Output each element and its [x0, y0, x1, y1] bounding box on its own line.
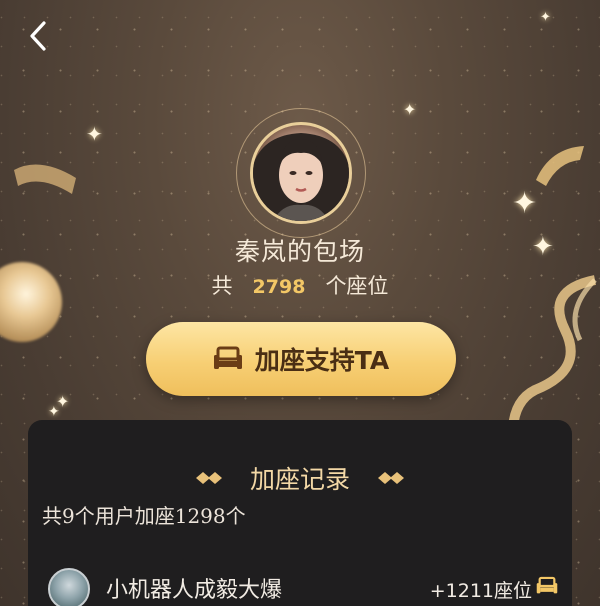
- records-header: 加座记录: [28, 460, 572, 496]
- record-seat-count: +1211座位: [429, 580, 532, 602]
- diamond-ornament-icon: [195, 472, 222, 484]
- seat-count-prefix: 共: [211, 274, 233, 298]
- add-seat-label: 加座支持TA: [254, 346, 390, 375]
- chevron-left-icon: [30, 21, 46, 51]
- page-title: 秦岚的包场: [234, 237, 365, 266]
- gold-ribbon: [14, 164, 76, 194]
- seat-count-number: 2798: [252, 276, 306, 298]
- sparkle-icon: ✦: [512, 186, 538, 221]
- back-button[interactable]: [20, 18, 56, 54]
- avatar[interactable]: [250, 122, 352, 224]
- avatar-portrait: [253, 133, 349, 221]
- sparkle-icon: ✦: [403, 100, 417, 119]
- avatar: [48, 568, 90, 606]
- list-item[interactable]: 小机器人成毅大爆 +1211座位: [48, 568, 558, 606]
- sofa-icon: [213, 346, 242, 369]
- add-seat-button[interactable]: 加座支持TA: [146, 322, 456, 396]
- sofa-icon: [536, 576, 558, 594]
- seat-count: 共 2798 个座位: [0, 270, 600, 300]
- records-title: 加座记录: [249, 465, 350, 494]
- avatar-ring: [236, 108, 366, 238]
- records-summary: 共9个用户加座1298个: [42, 504, 246, 528]
- gold-ribbon: [536, 146, 584, 186]
- record-user-name: 小机器人成毅大爆: [106, 578, 283, 603]
- sparkle-icon: ✦: [540, 10, 551, 25]
- diamond-ornament-icon: [378, 472, 404, 484]
- records-panel: 加座记录 共9个用户加座1298个 小机器人成毅大爆 +1211座位: [28, 420, 572, 606]
- seat-count-suffix: 个座位: [325, 274, 389, 298]
- sparkle-icon: ✦: [86, 122, 103, 146]
- sparkle-icon: ✦: [48, 404, 60, 420]
